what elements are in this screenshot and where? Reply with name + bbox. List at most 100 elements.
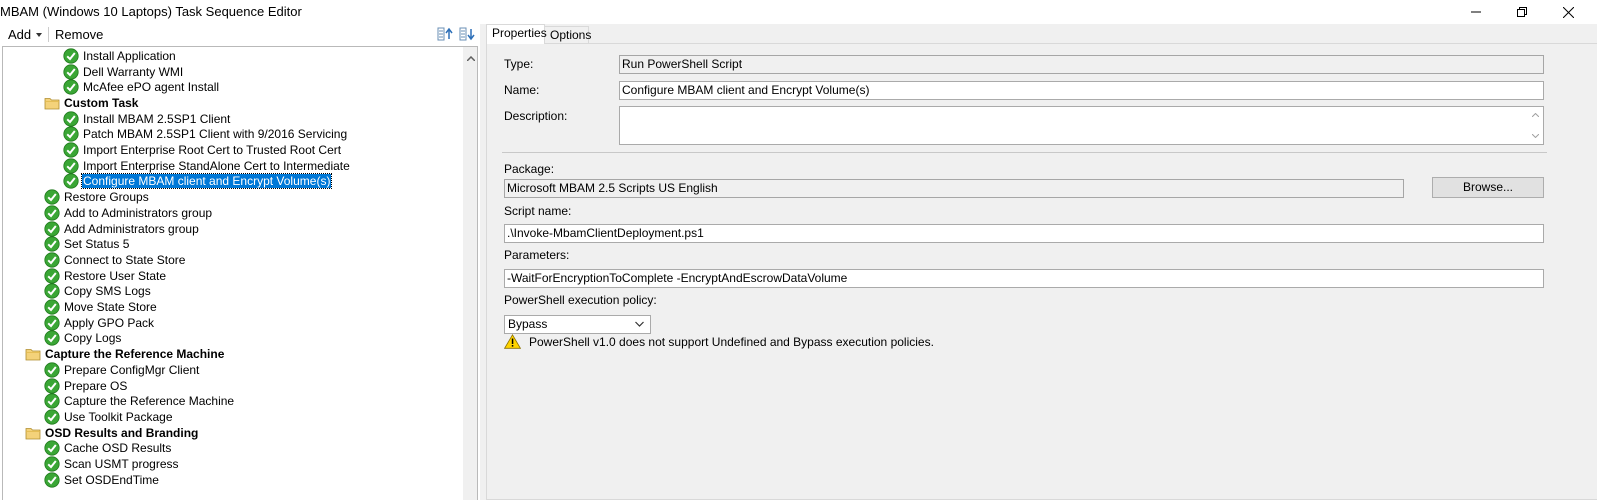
tree-step[interactable]: Restore Groups: [44, 189, 150, 205]
minimize-button[interactable]: [1453, 0, 1499, 24]
move-up-icon[interactable]: [437, 26, 453, 42]
dropdown-arrow-icon: [36, 33, 43, 37]
section-divider: [502, 152, 1547, 153]
tree-item-label: Copy SMS Logs: [64, 284, 151, 299]
tree-step[interactable]: Cache OSD Results: [44, 440, 172, 457]
check-icon: [63, 63, 79, 80]
scroll-down-icon[interactable]: [1532, 134, 1539, 138]
tree-item-label: Apply GPO Pack: [64, 315, 155, 330]
check-icon: [44, 377, 60, 394]
tree-step[interactable]: Apply GPO Pack: [44, 315, 155, 331]
check-icon: [44, 393, 60, 409]
type-label: Type:: [504, 57, 534, 71]
tree-item-label: Prepare ConfigMgr Client: [64, 362, 200, 377]
tree-item-label: McAfee ePO agent Install: [83, 80, 220, 95]
task-sequence-tree[interactable]: Install Application Dell Warranty WMI McAf…: [2, 46, 478, 500]
check-icon: [63, 111, 79, 127]
tree-item-label: Add to Administrators group: [64, 205, 213, 220]
warning-text: PowerShell v1.0 does not support Undefin…: [529, 334, 934, 349]
description-field[interactable]: [619, 106, 1544, 145]
move-down-icon[interactable]: [459, 26, 475, 42]
tree-step[interactable]: Install Application: [63, 48, 177, 64]
check-icon: [44, 236, 60, 252]
restore-icon: [1517, 7, 1527, 17]
package-label: Package:: [504, 162, 555, 176]
warning-icon: [504, 334, 521, 349]
check-icon: [44, 252, 60, 268]
add-menu-button[interactable]: Add: [8, 26, 43, 43]
tree-step[interactable]: McAfee ePO agent Install: [63, 79, 220, 95]
tree-item-label: Move State Store: [64, 300, 157, 315]
check-icon: [44, 283, 60, 299]
tree-item-label: Add Administrators group: [64, 221, 199, 236]
tree-step[interactable]: Add to Administrators group: [44, 205, 213, 221]
tree-step[interactable]: Restore User State: [44, 268, 167, 284]
check-icon: [44, 205, 60, 221]
check-icon: [44, 456, 60, 472]
tree-step[interactable]: Import Enterprise StandAlone Cert to Int…: [63, 158, 351, 174]
scroll-up-icon[interactable]: [1532, 113, 1539, 117]
scroll-up-icon[interactable]: [467, 56, 475, 61]
check-icon: [44, 220, 60, 237]
tree-step[interactable]: Move State Store: [44, 299, 158, 315]
tree-scrollbar[interactable]: [463, 47, 477, 500]
tree-step[interactable]: Copy Logs: [44, 330, 122, 347]
tree-group[interactable]: Capture the Reference Machine: [25, 346, 225, 362]
tree-step[interactable]: Patch MBAM 2.5SP1 Client with 9/2016 Ser…: [63, 126, 348, 143]
name-field[interactable]: Configure MBAM client and Encrypt Volume…: [619, 81, 1544, 100]
tree-step[interactable]: Dell Warranty WMI: [63, 63, 184, 80]
tree-step[interactable]: Install MBAM 2.5SP1 Client: [63, 111, 231, 127]
tree-step[interactable]: Capture the Reference Machine: [44, 393, 235, 409]
description-label: Description:: [504, 109, 568, 123]
tree-step[interactable]: Set Status 5: [44, 236, 130, 252]
tree-group[interactable]: OSD Results and Branding: [25, 425, 199, 441]
tree-step[interactable]: Use Toolkit Package: [44, 409, 174, 425]
tree-step[interactable]: Configure MBAM client and Encrypt Volume…: [63, 173, 333, 190]
tree-item-label: Capture the Reference Machine: [64, 394, 235, 409]
tree-step[interactable]: Connect to State Store: [44, 252, 186, 268]
restore-button[interactable]: [1499, 0, 1545, 24]
parameters-label: Parameters:: [504, 248, 570, 262]
task-sequence-pane: Add Remove Install Application Dell Warra…: [0, 24, 480, 500]
package-field: Microsoft MBAM 2.5 Scripts US English: [504, 179, 1404, 198]
tree-item-label: Prepare OS: [64, 378, 128, 393]
folder-icon: [25, 425, 41, 441]
parameters-field[interactable]: -WaitForEncryptionToComplete -EncryptAnd…: [504, 269, 1544, 288]
tree-item-label: Restore User State: [64, 268, 167, 283]
tree-step[interactable]: Scan USMT progress: [44, 456, 180, 472]
tree-item-label: Restore Groups: [64, 190, 149, 205]
execution-policy-select[interactable]: Bypass: [504, 315, 651, 334]
tree-step[interactable]: Add Administrators group: [44, 220, 200, 237]
add-label: Add: [8, 27, 32, 42]
minimize-icon: [1471, 11, 1481, 13]
check-icon: [44, 189, 60, 205]
check-icon: [44, 330, 60, 347]
tab-properties[interactable]: Properties: [486, 24, 547, 44]
tree-item-label: Import Enterprise Root Cert to Trusted R…: [83, 143, 342, 158]
tree-step[interactable]: Copy SMS Logs: [44, 283, 152, 300]
tree-item-label: Custom Task: [64, 95, 139, 110]
script-name-field[interactable]: .\Invoke-MbamClientDeployment.ps1: [504, 224, 1544, 243]
browse-button[interactable]: Browse...: [1432, 177, 1544, 198]
tree-group[interactable]: Custom Task: [44, 95, 139, 111]
tree-item-label: OSD Results and Branding: [45, 425, 199, 440]
tree-item-label: Import Enterprise StandAlone Cert to Int…: [83, 158, 350, 173]
tree-item-label: Set OSDEndTime: [64, 472, 159, 487]
check-icon: [44, 362, 60, 378]
properties-pane: Properties Options Type: Run PowerShell …: [486, 24, 1597, 500]
check-icon: [44, 472, 60, 488]
description-scrollbar[interactable]: [1528, 107, 1543, 144]
tree-step[interactable]: Prepare ConfigMgr Client: [44, 362, 200, 378]
tree-step[interactable]: Set OSDEndTime: [44, 472, 160, 488]
check-icon: [63, 48, 79, 64]
execution-policy-label: PowerShell execution policy:: [504, 293, 657, 307]
tab-options[interactable]: Options: [544, 26, 591, 44]
tree-item-label: Configure MBAM client and Encrypt Volume…: [80, 173, 333, 190]
tree-item-label: Scan USMT progress: [64, 457, 179, 472]
tree-item-label: Connect to State Store: [64, 252, 186, 267]
tree-step[interactable]: Import Enterprise Root Cert to Trusted R…: [63, 142, 342, 158]
remove-button[interactable]: Remove: [55, 26, 103, 43]
tree-step[interactable]: Prepare OS: [44, 377, 128, 394]
tree-item-label: Set Status 5: [64, 237, 130, 252]
close-button[interactable]: [1545, 0, 1591, 24]
